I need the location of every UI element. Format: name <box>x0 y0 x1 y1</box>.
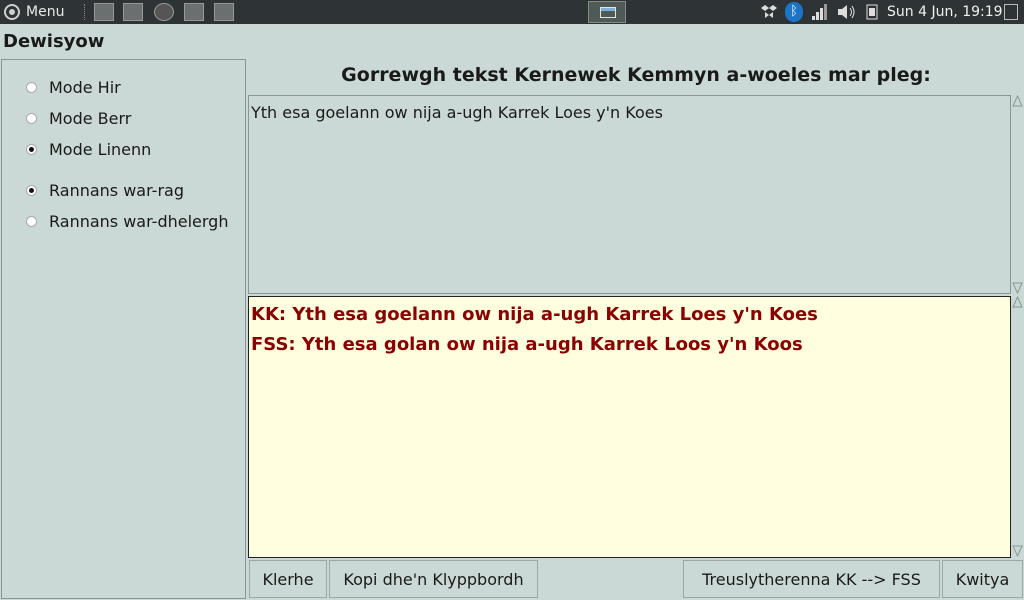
window-launcher-2-icon[interactable] <box>214 3 234 21</box>
radio-button[interactable] <box>26 112 37 124</box>
network-signal-icon[interactable] <box>812 4 828 20</box>
quit-button[interactable]: Kwitya <box>942 560 1023 598</box>
radio-label: Rannans war-rag <box>49 180 184 200</box>
window-launcher-icon[interactable] <box>184 3 204 21</box>
scroll-down-arrow-icon[interactable] <box>1012 545 1023 557</box>
radio-rannans-war-rag[interactable]: Rannans war-rag <box>26 179 184 201</box>
menu-label: Menu <box>26 4 65 20</box>
radio-button[interactable] <box>26 215 37 227</box>
radio-button[interactable] <box>26 143 37 155</box>
scroll-down-arrow-icon[interactable] <box>1012 282 1023 294</box>
scroll-up-arrow-icon[interactable] <box>1012 95 1023 107</box>
radio-label: Mode Hir <box>49 77 121 97</box>
input-text: Yth esa goelann ow nija a-ugh Karrek Loe… <box>251 103 663 122</box>
input-prompt: Gorrewgh tekst Kernewek Kemmyn a-woeles … <box>341 64 931 86</box>
dropbox-icon[interactable] <box>760 0 778 24</box>
input-text-area[interactable]: Yth esa goelann ow nija a-ugh Karrek Loe… <box>248 95 1011 294</box>
output-scrollbar[interactable] <box>1012 296 1023 558</box>
radio-label: Mode Berr <box>49 108 132 128</box>
top-panel: Menu ᛒ Sun 4 Jun, 19:19 <box>0 0 1024 24</box>
volume-icon[interactable] <box>836 0 858 24</box>
radio-mode-berr[interactable]: Mode Berr <box>26 107 131 129</box>
media-launcher-icon[interactable] <box>154 3 174 21</box>
bluetooth-icon[interactable]: ᛒ <box>785 2 803 22</box>
copy-to-clipboard-button[interactable]: Kopi dhe'n Klyppbordh <box>329 560 538 598</box>
output-text-area[interactable]: KK: Yth esa goelann ow nija a-ugh Karrek… <box>248 296 1011 558</box>
scroll-up-arrow-icon[interactable] <box>1012 296 1023 308</box>
window-icon <box>600 7 616 18</box>
radio-label: Rannans war-dhelergh <box>49 211 229 231</box>
power-plug-icon[interactable] <box>862 0 882 24</box>
radio-button[interactable] <box>26 81 37 93</box>
options-title: Dewisyow <box>3 31 105 52</box>
radio-rannans-war-dhelergh[interactable]: Rannans war-dhelergh <box>26 210 228 232</box>
mint-logo-icon <box>4 4 20 20</box>
transliterate-button[interactable]: Treuslytherenna KK --> FSS <box>683 560 940 598</box>
system-monitor-launcher-icon[interactable] <box>123 3 143 21</box>
radio-label: Mode Linenn <box>49 139 152 159</box>
taskbar-window-button[interactable] <box>588 1 626 23</box>
clear-button[interactable]: Klerhe <box>249 560 327 598</box>
panel-separator <box>84 4 87 20</box>
clock[interactable]: Sun 4 Jun, 19:19 <box>887 0 1003 24</box>
output-kk-line: KK: Yth esa goelann ow nija a-ugh Karrek… <box>251 304 818 325</box>
radio-button[interactable] <box>26 184 37 196</box>
show-desktop-icon[interactable] <box>1004 4 1018 20</box>
radio-mode-hir[interactable]: Mode Hir <box>26 76 121 98</box>
input-scrollbar[interactable] <box>1012 95 1023 294</box>
menu-button[interactable]: Menu <box>4 0 64 24</box>
output-fss-line: FSS: Yth esa golan ow nija a-ugh Karrek … <box>251 334 803 355</box>
terminal-launcher-icon[interactable] <box>94 3 114 21</box>
radio-mode-linenn[interactable]: Mode Linenn <box>26 138 151 160</box>
